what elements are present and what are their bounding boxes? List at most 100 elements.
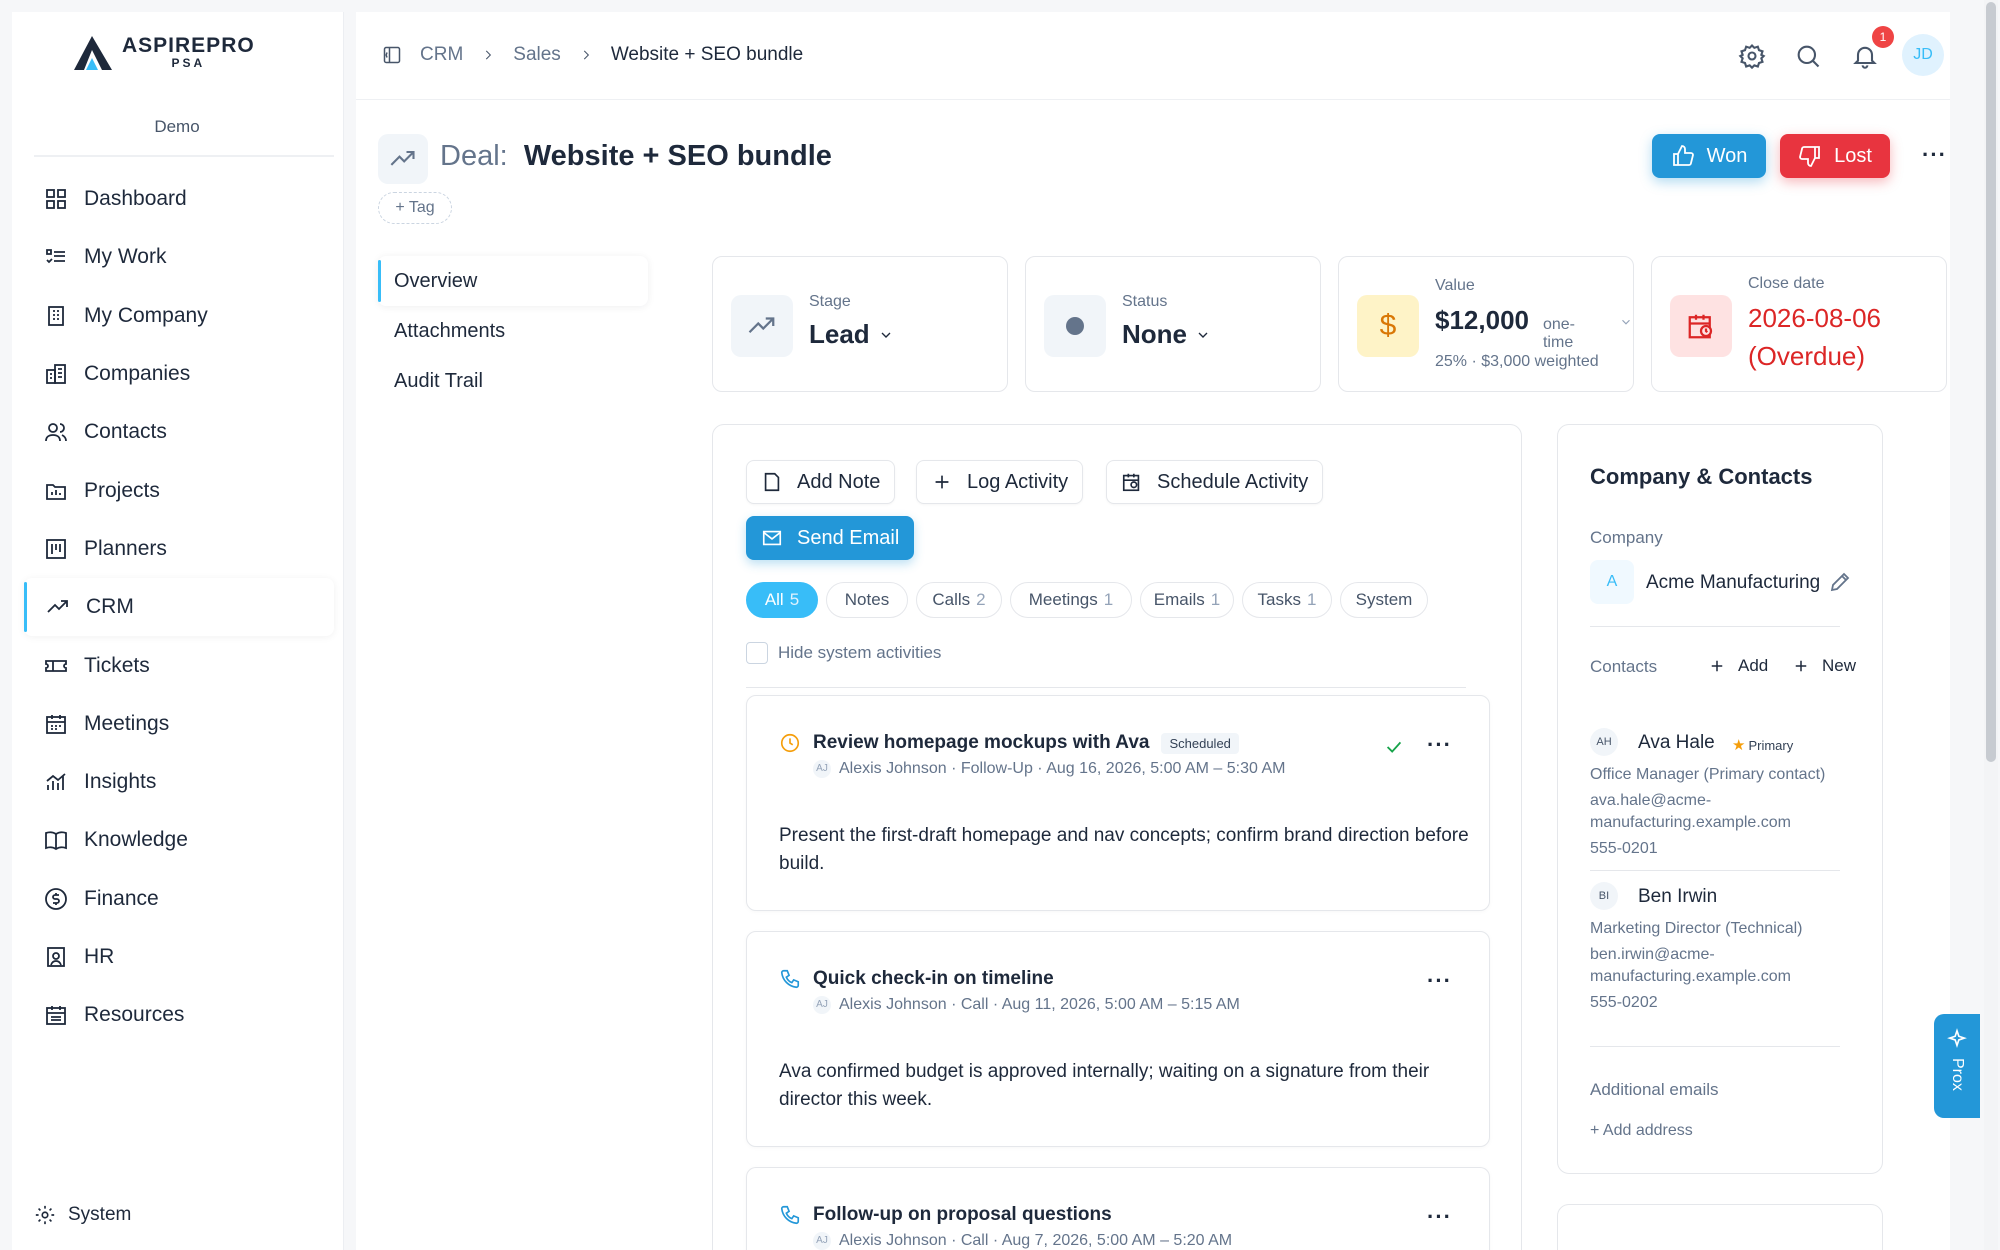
schedule-activity-button[interactable]: Schedule Activity [1106,460,1324,504]
hide-system-checkbox[interactable] [746,642,768,664]
badge-icon [47,947,65,967]
bell-icon[interactable] [1851,42,1879,70]
clock-icon [780,733,800,753]
sidebar-item-dashboard[interactable]: Dashboard [22,170,344,228]
add-address-button[interactable]: + Add address [1590,1122,1693,1140]
page-title: Deal: Website + SEO bundle [440,140,832,173]
schedule-activity-label: Schedule Activity [1157,470,1309,493]
contact-avatar: BI [1590,882,1618,910]
status-icon-box [1044,295,1106,357]
calendar-icon [46,714,66,734]
sidebar-item-planners[interactable]: Planners [22,520,344,578]
sidebar-item-hr[interactable]: HR [22,928,344,986]
value-card[interactable]: $ Value $12,000 one-time 25% · $3,000 wei… [1338,256,1634,392]
ai-assistant-tab[interactable]: Prox [1934,1014,1980,1118]
filter-label: All [764,590,784,609]
company-name[interactable]: Acme Manufacturing [1646,572,1820,594]
contact-name[interactable]: Ava Hale [1638,732,1715,754]
settings-icon[interactable] [1738,42,1766,70]
log-activity-button[interactable]: Log Activity [916,460,1084,504]
contacts-label: Contacts [1590,657,1658,676]
scrollbar-thumb[interactable] [1986,2,1996,762]
topbar: CRM Sales Website + SEO bundle 1 JD [356,12,1950,100]
status-value: None [1122,319,1187,349]
search-icon[interactable] [1794,42,1822,70]
status-card[interactable]: Status None [1025,256,1321,392]
contact-name[interactable]: Ben Irwin [1638,886,1717,908]
sidebar-item-finance[interactable]: Finance [22,870,344,928]
user-avatar[interactable]: JD [1902,34,1944,76]
breadcrumb-sales[interactable]: Sales [513,44,561,66]
lost-button[interactable]: Lost [1780,134,1890,178]
filter-emails[interactable]: Emails 1 [1140,582,1234,618]
send-email-label: Send Email [797,526,900,549]
value-amount: $12,000 [1435,305,1529,335]
sidebar-item-companies[interactable]: Companies [22,345,344,403]
sidebar-item-insights[interactable]: Insights [22,753,344,811]
buildings-icon [46,364,66,384]
chevron-down-icon[interactable] [1619,315,1633,329]
contact-phone[interactable]: 555-0201 [1590,838,1658,860]
contact-phone[interactable]: 555-0202 [1590,992,1658,1014]
filter-notes[interactable]: Notes [826,582,908,618]
activity-body: Ava confirmed budget is approved interna… [779,1061,1430,1110]
activity-card[interactable]: Review homepage mockups with Ava Schedule… [746,695,1490,911]
sidebar-item-meetings[interactable]: Meetings [22,695,344,753]
filter-system[interactable]: System [1340,582,1428,618]
activity-card[interactable]: Follow-up on proposal questions AJ Alexis… [746,1167,1490,1250]
sidebar-item-knowledge[interactable]: Knowledge [22,811,344,869]
new-contact-button[interactable]: New [1792,656,1856,676]
sidebar-item-resources[interactable]: Resources [22,986,344,1044]
plus-icon [1711,660,1723,672]
add-contact-button[interactable]: Add [1708,656,1768,676]
add-note-button[interactable]: Add Note [746,460,896,504]
filter-all[interactable]: All 5 [746,582,818,618]
activity-more-icon[interactable]: ··· [1427,732,1452,758]
sidebar-item-label: Tickets [84,653,150,677]
sidebar-item-label: Meetings [84,711,170,735]
activity-more-icon[interactable]: ··· [1427,1204,1452,1230]
system-label: System [68,1204,132,1225]
notification-count: 1 [1872,26,1894,48]
sidebar-item-contacts[interactable]: Contacts [22,403,344,461]
activity-more-icon[interactable]: ··· [1427,968,1452,994]
filter-count: 5 [789,590,800,609]
stage-card[interactable]: Stage Lead [712,256,1008,392]
tab-audit-trail[interactable]: Audit Trail [378,356,648,406]
pencil-icon[interactable] [1828,570,1852,594]
sidebar-item-label: Dashboard [84,187,187,211]
close-date-card[interactable]: Close date 2026-08-06 (Overdue) [1651,256,1947,392]
close-date-overdue: (Overdue) [1748,341,1866,371]
sidebar-item-projects[interactable]: Projects [22,461,344,519]
sidebar-item-my-work[interactable]: My Work [22,228,344,286]
add-tag-button[interactable]: + Tag [378,192,452,224]
contact-email[interactable]: ava.hale@acme-manufacturing.example.com [1590,790,1791,834]
activity-card[interactable]: Quick check-in on timeline AJ Alexis John… [746,931,1490,1147]
contact-avatar: AH [1590,728,1618,756]
sidebar-item-label: Planners [84,536,167,560]
check-icon[interactable] [1383,736,1405,758]
brand-logo[interactable]: ASPIREPRO PSA [72,34,255,72]
won-button[interactable]: Won [1652,134,1766,178]
more-options-icon[interactable]: ··· [1922,142,1947,168]
filter-meetings[interactable]: Meetings 1 [1010,582,1132,618]
sidebar-toggle-icon[interactable] [382,45,402,65]
tab-overview[interactable]: Overview [378,256,648,306]
sidebar-item-system[interactable]: System [34,1204,131,1226]
sidebar-item-my-company[interactable]: My Company [22,287,344,345]
book-icon [45,831,67,851]
star-icon: ★ [1732,737,1746,754]
activity-meta: Alexis Johnson · Follow-Up · Aug 16, 202… [839,760,1286,777]
tab-attachments[interactable]: Attachments [378,306,648,356]
filter-calls[interactable]: Calls 2 [916,582,1002,618]
sidebar-item-tickets[interactable]: Tickets [22,636,344,694]
kanban-icon [46,539,66,559]
activity-body: Present the first-draft homepage and nav… [779,825,1469,874]
breadcrumb-crm[interactable]: CRM [420,44,463,66]
contact-email[interactable]: ben.irwin@acme-manufacturing.example.com [1590,944,1791,988]
contact-role: Office Manager (Primary contact) [1590,766,1826,783]
stage-value: Lead [809,319,870,349]
sidebar-item-crm[interactable]: CRM [24,578,334,637]
send-email-button[interactable]: Send Email [746,516,915,560]
filter-tasks[interactable]: Tasks 1 [1242,582,1332,618]
